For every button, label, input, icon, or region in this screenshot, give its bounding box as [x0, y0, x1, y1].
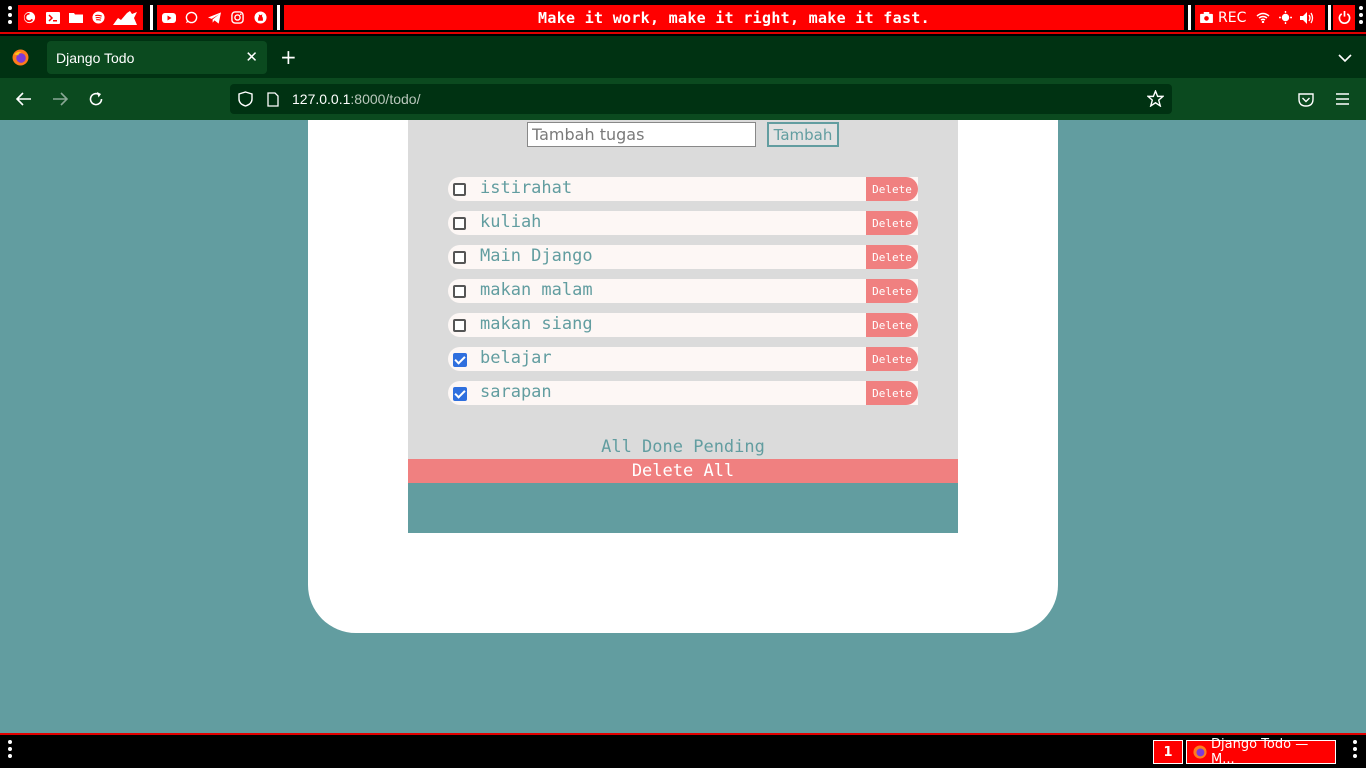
task-label: kuliah — [480, 212, 542, 232]
task-row: kuliah Delete — [448, 211, 918, 235]
folder-icon[interactable] — [64, 5, 87, 30]
panel-footer — [408, 483, 958, 533]
task-label: makan siang — [480, 314, 593, 334]
reload-icon[interactable] — [85, 88, 107, 110]
delete-task-button[interactable]: Delete — [866, 279, 918, 303]
task-label: belajar — [480, 348, 552, 368]
task-row: istirahat Delete — [448, 177, 918, 201]
delete-task-button[interactable]: Delete — [866, 313, 918, 337]
brightness-icon[interactable] — [1274, 5, 1296, 30]
delete-task-button[interactable]: Delete — [866, 347, 918, 371]
firefox-icon[interactable] — [12, 49, 29, 70]
taskbar-window-title: Django Todo — M... — [1211, 737, 1309, 767]
url-text[interactable]: 127.0.0.1:8000/todo/ — [292, 91, 420, 107]
add-task-button[interactable]: Tambah — [767, 122, 839, 147]
pocket-icon[interactable] — [1295, 88, 1317, 110]
social-group — [157, 5, 273, 30]
task-checkbox[interactable] — [453, 319, 466, 332]
task-row: sarapan Delete — [448, 381, 918, 405]
shield-icon[interactable] — [238, 91, 253, 111]
whatsapp-icon[interactable] — [180, 5, 203, 30]
task-row: belajar Delete — [448, 347, 918, 371]
task-row: makan malam Delete — [448, 279, 918, 303]
workspace-indicator[interactable]: 1 — [1153, 740, 1183, 764]
tab-list-chevron-icon[interactable] — [1338, 48, 1352, 67]
delete-task-button[interactable]: Delete — [866, 245, 918, 269]
separator — [277, 5, 280, 30]
delete-task-button[interactable]: Delete — [866, 381, 918, 405]
github-icon[interactable] — [249, 5, 272, 30]
separator — [150, 5, 153, 30]
launcher-group — [18, 5, 143, 30]
menu-dots-icon[interactable] — [7, 740, 13, 762]
hamburger-menu-icon[interactable] — [1331, 88, 1353, 110]
url-path: :8000/todo/ — [350, 91, 421, 107]
system-bottom-bar: 1 Django Todo — M... — [0, 733, 1366, 768]
new-tab-button[interactable]: + — [280, 45, 297, 69]
motto-text: Make it work, make it right, make it fas… — [284, 5, 1184, 30]
task-checkbox[interactable] — [453, 353, 467, 367]
filter-links[interactable]: All Done Pending — [408, 437, 958, 457]
delete-all-button[interactable]: Delete All — [408, 459, 958, 483]
close-tab-icon[interactable]: ✕ — [245, 48, 258, 66]
url-host: 127.0.0.1 — [292, 91, 351, 107]
task-label: Main Django — [480, 246, 593, 266]
back-arrow-icon[interactable] — [13, 88, 35, 110]
youtube-icon[interactable] — [157, 5, 180, 30]
task-label: sarapan — [480, 382, 552, 402]
task-checkbox[interactable] — [453, 387, 467, 401]
system-top-bar: Make it work, make it right, make it fas… — [0, 0, 1366, 34]
delete-task-button[interactable]: Delete — [866, 211, 918, 235]
status-group: REC — [1195, 5, 1325, 30]
rec-label: REC — [1218, 9, 1247, 26]
cat-icon[interactable] — [110, 5, 140, 30]
task-checkbox[interactable] — [453, 217, 466, 230]
task-label: makan malam — [480, 280, 593, 300]
delete-task-button[interactable]: Delete — [866, 177, 918, 201]
menu-dots-icon[interactable] — [7, 6, 13, 28]
forward-arrow-icon[interactable] — [49, 88, 71, 110]
bookmark-star-icon[interactable] — [1146, 89, 1165, 111]
task-input[interactable] — [527, 122, 756, 147]
task-checkbox[interactable] — [453, 251, 466, 264]
debian-icon[interactable] — [18, 5, 41, 30]
task-row: Main Django Delete — [448, 245, 918, 269]
page-viewport: Tambah istirahatDeletekuliahDeleteMain D… — [0, 120, 1366, 733]
browser-tab-strip: Django Todo ✕ + — [0, 36, 1366, 78]
power-icon — [1333, 5, 1355, 30]
power-button[interactable] — [1333, 5, 1355, 30]
terminal-icon[interactable] — [41, 5, 64, 30]
task-row: makan siang Delete — [448, 313, 918, 337]
page-icon[interactable] — [267, 92, 279, 111]
task-checkbox[interactable] — [453, 183, 466, 196]
task-checkbox[interactable] — [453, 285, 466, 298]
volume-icon[interactable] — [1296, 5, 1318, 30]
task-label: istirahat — [480, 178, 573, 198]
menu-dots-icon[interactable] — [1352, 740, 1358, 762]
separator — [1188, 5, 1191, 30]
taskbar-window-button[interactable]: Django Todo — M... — [1186, 737, 1336, 767]
spotify-icon[interactable] — [87, 5, 110, 30]
wifi-icon[interactable] — [1252, 5, 1274, 30]
browser-nav-bar: 127.0.0.1:8000/todo/ — [0, 78, 1366, 120]
separator — [1328, 5, 1331, 30]
url-bar[interactable]: 127.0.0.1:8000/todo/ — [230, 84, 1172, 114]
tab-title: Django Todo — [56, 49, 135, 66]
tab-django-todo[interactable]: Django Todo ✕ — [47, 41, 267, 74]
menu-dots-icon[interactable] — [1358, 6, 1364, 28]
telegram-icon[interactable] — [203, 5, 226, 30]
camera-icon[interactable] — [1195, 5, 1218, 30]
firefox-icon — [1193, 745, 1207, 759]
instagram-icon[interactable] — [226, 5, 249, 30]
